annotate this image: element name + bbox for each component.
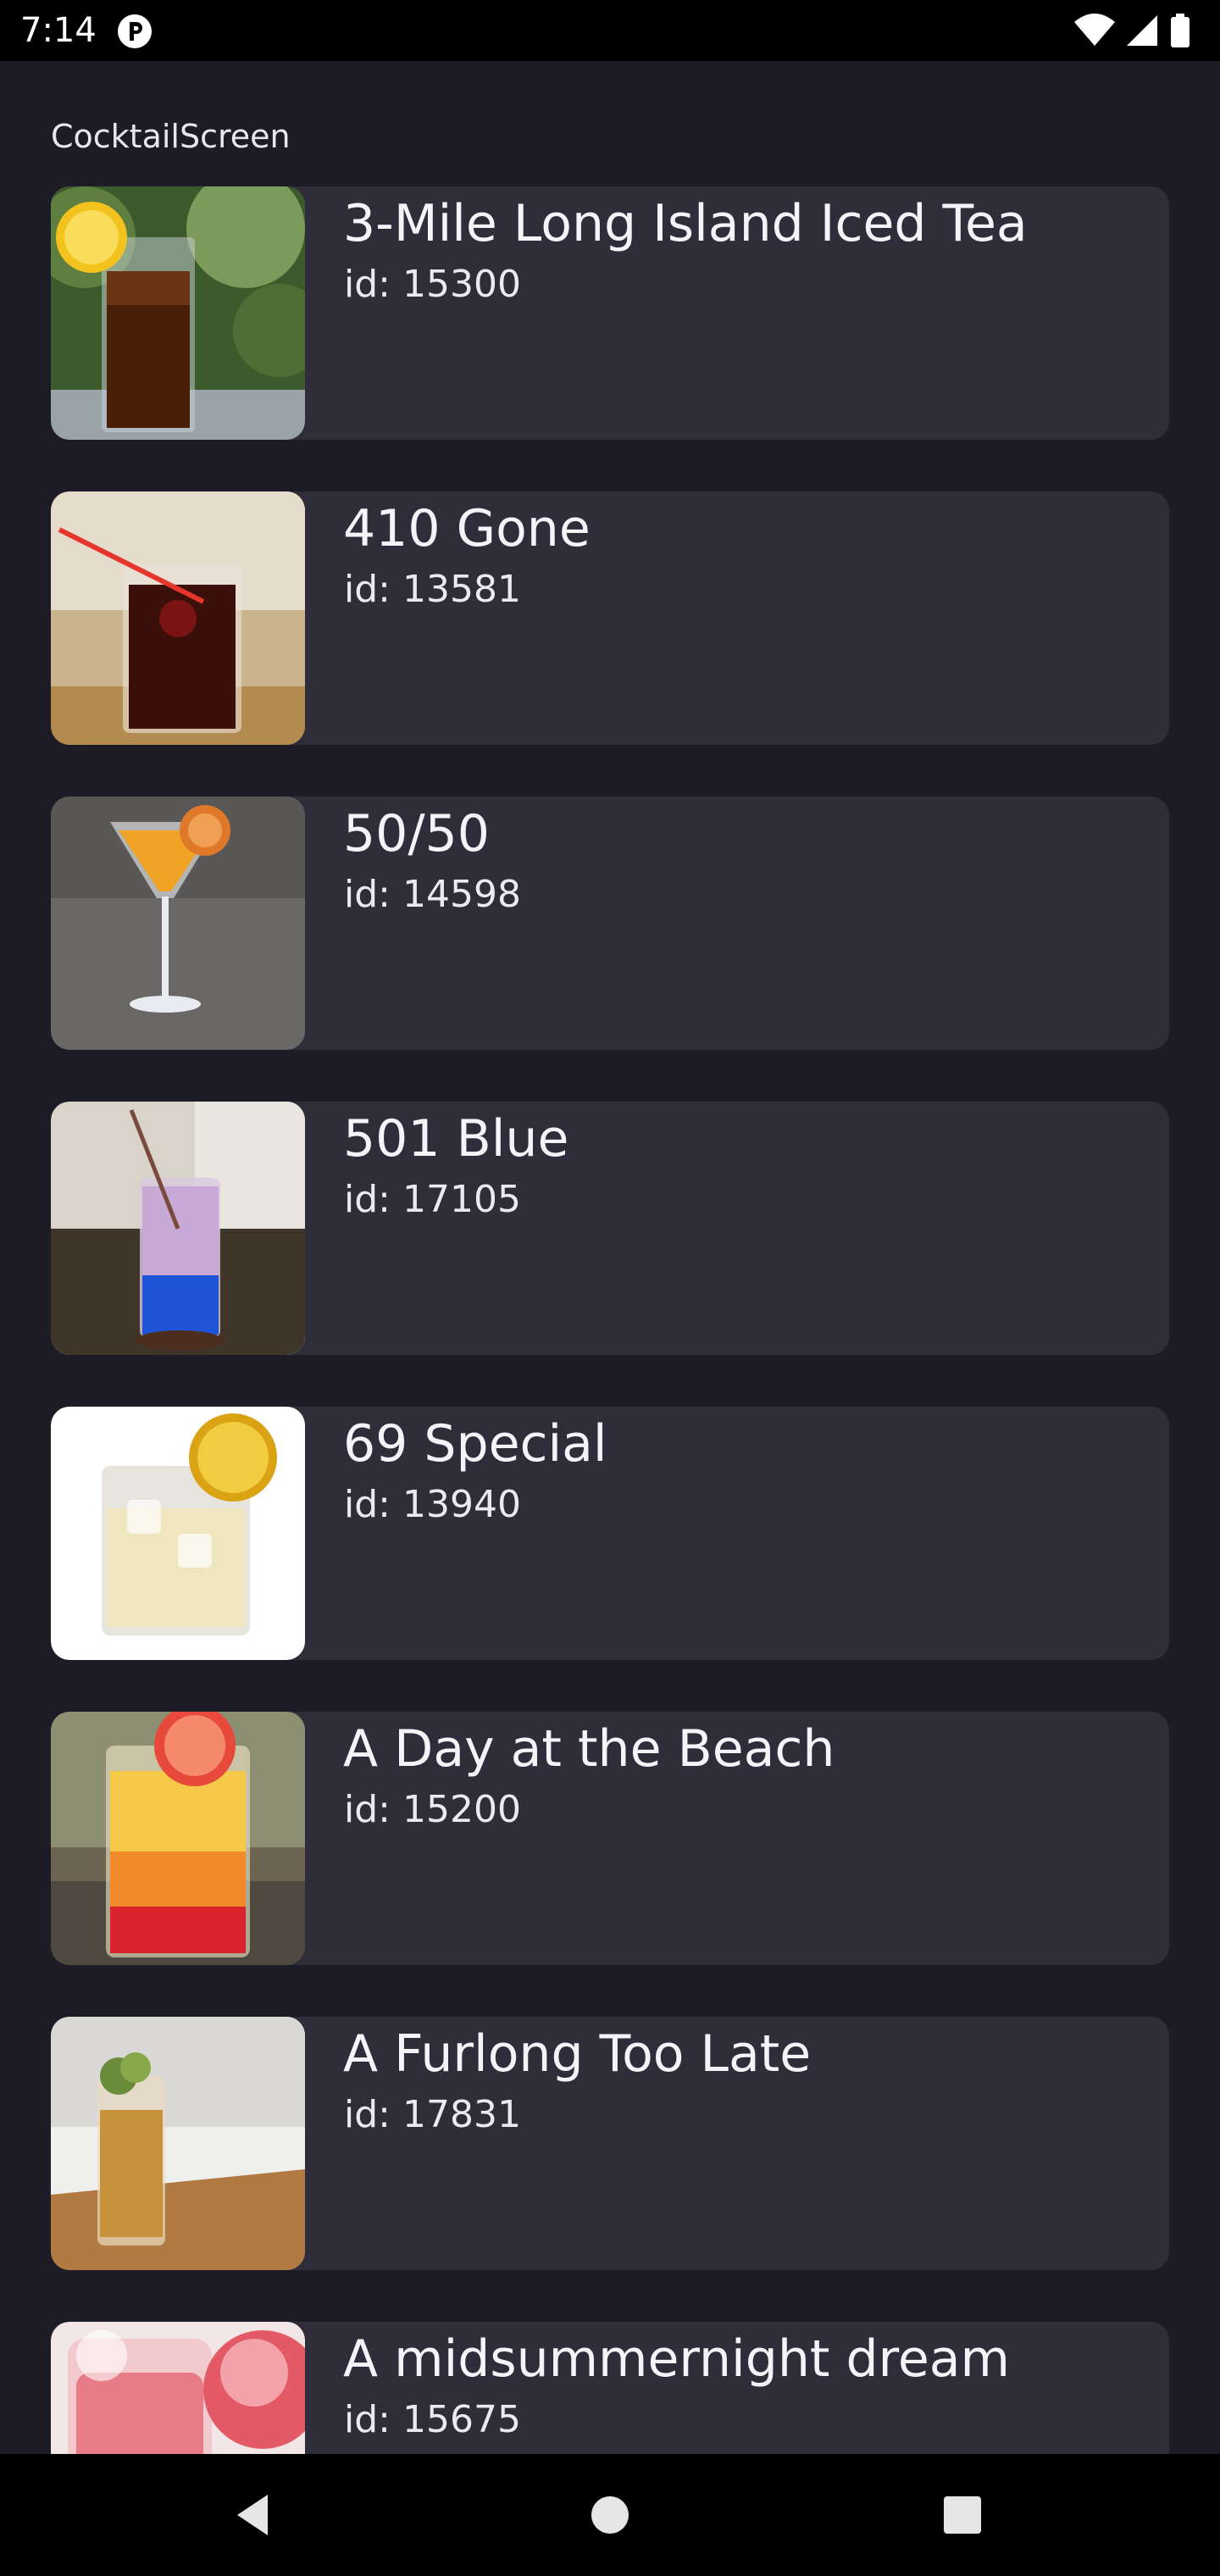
cocktail-thumbnail xyxy=(51,186,305,440)
cocktail-thumbnail xyxy=(51,2017,305,2270)
cocktail-id: id: 13581 xyxy=(344,568,521,611)
screen-title: CocktailScreen xyxy=(51,118,291,155)
cell-signal-icon xyxy=(1127,15,1157,46)
cocktail-card[interactable]: A Day at the Beach id: 15200 xyxy=(51,1712,1169,1965)
cocktail-id: id: 15675 xyxy=(344,2398,521,2441)
cocktail-card[interactable]: A midsummernight dream id: 15675 xyxy=(51,2322,1169,2454)
cocktail-name: 3-Mile Long Island Iced Tea xyxy=(343,194,1028,253)
cocktail-id: id: 17105 xyxy=(344,1178,521,1221)
cocktail-thumbnail xyxy=(51,797,305,1050)
cocktail-card[interactable]: 410 Gone id: 13581 xyxy=(51,491,1169,745)
cocktail-name: 501 Blue xyxy=(343,1109,569,1169)
cocktail-thumbnail xyxy=(51,491,305,745)
cocktail-name: 69 Special xyxy=(343,1414,607,1474)
cocktail-list[interactable]: 3-Mile Long Island Iced Tea id: 15300 41… xyxy=(51,186,1169,2454)
recents-icon[interactable] xyxy=(932,2484,993,2545)
cocktail-thumbnail xyxy=(51,1102,305,1355)
cocktail-thumbnail xyxy=(51,1407,305,1660)
cocktail-name: 410 Gone xyxy=(343,499,591,558)
cocktail-id: id: 15200 xyxy=(344,1788,521,1831)
cocktail-thumbnail xyxy=(51,1712,305,1965)
cocktail-name: A midsummernight dream xyxy=(343,2329,1011,2389)
cocktail-id: id: 17831 xyxy=(344,2093,521,2136)
status-bar: 7:14 xyxy=(0,0,1220,61)
cocktail-id: id: 14598 xyxy=(344,873,521,916)
cocktail-card[interactable]: 69 Special id: 13940 xyxy=(51,1407,1169,1660)
wifi-icon xyxy=(1074,14,1115,46)
cocktail-name: A Furlong Too Late xyxy=(343,2024,812,2084)
cocktail-card[interactable]: 50/50 id: 14598 xyxy=(51,797,1169,1050)
parking-p-icon xyxy=(118,14,152,48)
cocktail-id: id: 13940 xyxy=(344,1483,521,1526)
cocktail-card[interactable]: 501 Blue id: 17105 xyxy=(51,1102,1169,1355)
cocktail-card[interactable]: 3-Mile Long Island Iced Tea id: 15300 xyxy=(51,186,1169,440)
cocktail-id: id: 15300 xyxy=(344,263,521,306)
cocktail-thumbnail xyxy=(51,2322,305,2454)
cocktail-name: 50/50 xyxy=(343,804,490,863)
status-time: 7:14 xyxy=(20,11,97,50)
status-icons xyxy=(1074,14,1190,47)
cocktail-card[interactable]: A Furlong Too Late id: 17831 xyxy=(51,2017,1169,2270)
home-icon[interactable] xyxy=(580,2484,640,2545)
navigation-bar xyxy=(0,2454,1220,2576)
cocktail-name: A Day at the Beach xyxy=(343,1719,835,1779)
battery-icon xyxy=(1171,14,1190,47)
cocktail-screen: CocktailScreen 3-Mile Long Island Iced T… xyxy=(0,61,1220,2454)
back-icon[interactable] xyxy=(224,2484,285,2545)
